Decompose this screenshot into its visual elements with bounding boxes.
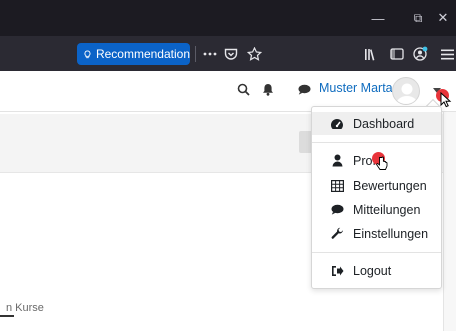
mouse-cursor-icon	[440, 92, 452, 108]
wrench-icon	[330, 227, 344, 241]
library-icon[interactable]	[362, 45, 380, 63]
sign-out-icon	[330, 264, 344, 278]
toolbar-separator	[195, 46, 196, 62]
restore-icon: ⧉	[413, 10, 423, 25]
menu-item-label: Mitteilungen	[353, 202, 421, 217]
user-avatar[interactable]	[392, 77, 420, 105]
pocket-icon[interactable]	[222, 45, 240, 63]
header-action-button[interactable]	[299, 131, 311, 153]
hand-cursor-icon	[376, 156, 388, 170]
minimize-button[interactable]: —	[358, 0, 398, 36]
menu-item-mitteilungen[interactable]: Mitteilungen	[312, 198, 441, 221]
menu-item-label: Dashboard	[353, 116, 415, 131]
menu-divider	[312, 252, 441, 253]
close-icon: ✕	[437, 10, 449, 25]
menu-item-bewertungen[interactable]: Bewertungen	[312, 174, 441, 197]
recommendation-label: Recommendation	[95, 47, 190, 61]
bookmark-star-icon[interactable]	[245, 45, 263, 63]
menu-item-label: Bewertungen	[353, 178, 427, 193]
course-text-fragment: n Kurse	[6, 302, 44, 314]
menu-item-einstellungen[interactable]: Einstellungen	[312, 222, 441, 245]
tachometer-icon	[330, 117, 344, 131]
user-icon	[330, 154, 344, 168]
lightbulb-icon	[84, 50, 91, 58]
menu-item-label: Logout	[353, 263, 392, 278]
user-name-link[interactable]: Muster Marta	[319, 81, 393, 95]
search-icon[interactable]	[234, 80, 252, 98]
more-icon[interactable]	[201, 45, 219, 63]
bell-icon[interactable]	[259, 80, 277, 98]
content-underline	[0, 315, 14, 317]
right-drawer-edge	[443, 112, 456, 331]
menu-item-label: Einstellungen	[353, 226, 429, 241]
account-icon[interactable]	[411, 45, 429, 63]
recommendation-button[interactable]: Recommendation	[77, 43, 190, 65]
menu-item-dashboard[interactable]: Dashboard	[312, 112, 441, 135]
screen: — ⧉ ✕ Recommendation Muster Marta n Kurs…	[0, 0, 456, 331]
sidebar-icon[interactable]	[388, 45, 406, 63]
messages-icon[interactable]	[295, 80, 313, 98]
menu-icon[interactable]	[438, 45, 456, 63]
comment-icon	[330, 203, 344, 217]
menu-divider	[312, 142, 441, 143]
minimize-icon: —	[371, 10, 385, 26]
close-window-button[interactable]: ✕	[430, 0, 456, 36]
menu-item-logout[interactable]: Logout	[312, 259, 441, 282]
table-icon	[330, 179, 344, 193]
